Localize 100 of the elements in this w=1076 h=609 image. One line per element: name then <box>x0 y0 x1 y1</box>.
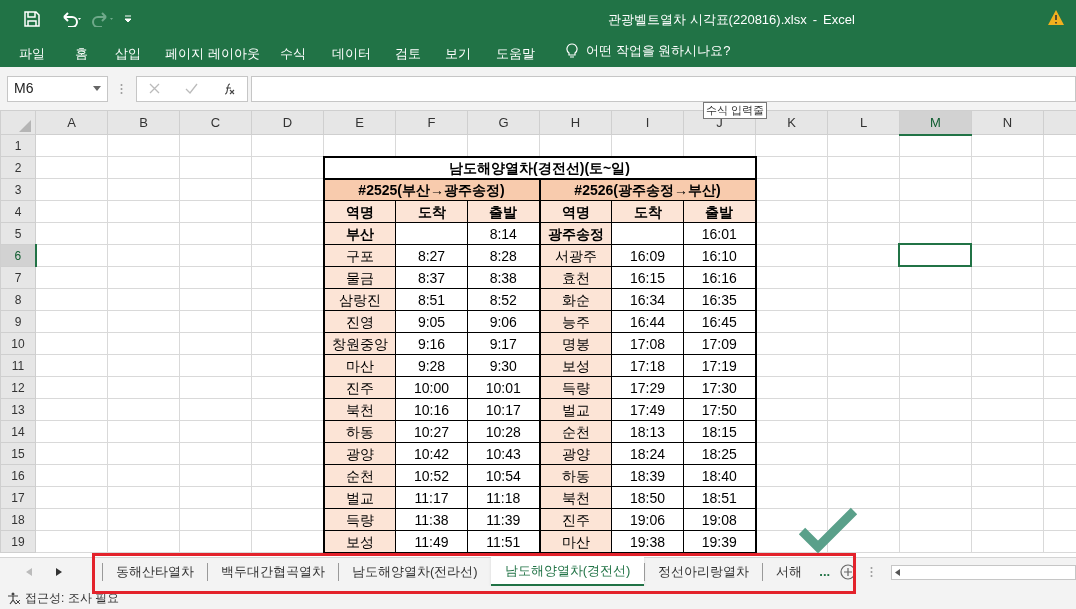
table-title: 남도해양열차(경전선)(토~일) <box>323 156 756 179</box>
name-box[interactable]: M6 <box>7 75 108 102</box>
station-cell: 능주 <box>539 310 612 333</box>
ribbon-tab[interactable]: 데이터 <box>332 44 371 64</box>
station-cell: 마산 <box>323 354 396 377</box>
horizontal-scrollbar[interactable] <box>891 564 1076 580</box>
station-cell: 득량 <box>539 376 612 399</box>
sheet-tab[interactable]: 남도해양열차(전라선) <box>338 563 491 581</box>
station-cell: 광양 <box>539 442 612 465</box>
station-cell: 보성 <box>539 354 612 377</box>
row-header[interactable]: 10 <box>0 332 36 355</box>
station-cell: 진주 <box>539 508 612 531</box>
column-header[interactable]: E <box>323 110 396 135</box>
next-sheet-icon[interactable] <box>56 568 62 576</box>
sheet-tab[interactable]: 백두대간협곡열차 <box>207 563 338 581</box>
row-header[interactable]: 9 <box>0 310 36 333</box>
app-name: Excel <box>823 11 855 29</box>
station-cell: 하동 <box>539 464 612 487</box>
tooltip: 수식 입력줄 <box>703 102 768 119</box>
lightbulb-icon[interactable] <box>566 42 578 59</box>
row-header[interactable]: 17 <box>0 486 36 509</box>
station-cell: 광주송정 <box>539 222 612 245</box>
station-cell: 부산 <box>323 222 396 245</box>
station-cell: 광양 <box>323 442 396 465</box>
row-header[interactable]: 18 <box>0 508 36 531</box>
column-header[interactable]: C <box>179 110 252 135</box>
row-header[interactable]: 3 <box>0 178 36 201</box>
row-header[interactable]: 8 <box>0 288 36 311</box>
column-header[interactable]: I <box>611 110 684 135</box>
column-header[interactable]: G <box>467 110 540 135</box>
more-sheets[interactable]: ... <box>819 562 831 582</box>
row-header[interactable]: 14 <box>0 420 36 443</box>
station-cell: 득량 <box>323 508 396 531</box>
undo-icon[interactable] <box>60 11 84 27</box>
ribbon-tab[interactable]: 페이지 레이아웃 <box>165 44 260 64</box>
check-icon[interactable] <box>185 83 198 94</box>
station-cell: 효천 <box>539 266 612 289</box>
accessibility-status[interactable]: 접근성: 조사 필요 <box>25 588 119 607</box>
station-cell: 북천 <box>323 398 396 421</box>
insert-function-icon[interactable] <box>222 82 235 95</box>
station-cell: 순천 <box>323 464 396 487</box>
row-header[interactable]: 6 <box>0 244 36 267</box>
tell-me-field[interactable]: 어떤 작업을 원하시나요? <box>586 41 731 61</box>
row-header[interactable]: 15 <box>0 442 36 465</box>
document-title: 관광벨트열차 시각표(220816).xlsx <box>608 11 807 29</box>
row-header[interactable]: 11 <box>0 354 36 377</box>
row-header[interactable]: 13 <box>0 398 36 421</box>
column-header[interactable]: H <box>539 110 612 135</box>
column-header[interactable]: L <box>827 110 900 135</box>
row-header[interactable]: 1 <box>0 134 36 157</box>
column-header[interactable]: D <box>251 110 324 135</box>
checkmark-icon <box>798 505 858 553</box>
accessibility-icon[interactable] <box>7 590 21 605</box>
row-header[interactable]: 12 <box>0 376 36 399</box>
scroll-left-icon[interactable] <box>895 568 901 576</box>
station-cell: 보성 <box>323 530 396 553</box>
column-header[interactable]: M <box>899 110 972 135</box>
row-header[interactable]: 19 <box>0 530 36 553</box>
column-header[interactable]: N <box>971 110 1044 135</box>
ribbon-tab[interactable]: 삽입 <box>115 44 141 64</box>
row-header[interactable]: 5 <box>0 222 36 245</box>
column-header[interactable]: B <box>107 110 180 135</box>
station-cell: 벌교 <box>539 398 612 421</box>
save-icon[interactable] <box>24 11 40 27</box>
selected-cell[interactable] <box>898 243 972 267</box>
customize-toolbar-icon[interactable] <box>124 14 132 24</box>
sheet-tab[interactable]: 남도해양열차(경전선) <box>490 557 645 586</box>
station-cell: 북천 <box>539 486 612 509</box>
row-header[interactable]: 7 <box>0 266 36 289</box>
ribbon-tab[interactable]: 수식 <box>280 44 306 64</box>
row-header[interactable]: 16 <box>0 464 36 487</box>
station-cell: 순천 <box>539 420 612 443</box>
warning-icon[interactable] <box>1048 10 1064 25</box>
station-cell: 서광주 <box>539 244 612 267</box>
direction-header: #2525(부산→광주송정) <box>323 178 540 201</box>
ribbon-tab[interactable]: 검토 <box>395 44 421 64</box>
dropdown-icon[interactable] <box>93 86 101 91</box>
direction-header: #2526(광주송정→부산) <box>539 178 756 201</box>
title-separator: - <box>812 11 817 29</box>
station-cell: 삼랑진 <box>323 288 396 311</box>
ribbon-tab[interactable]: 파일 <box>19 44 45 64</box>
more-icon <box>120 82 123 95</box>
more-icon <box>870 566 874 578</box>
ribbon-tab[interactable]: 도움말 <box>496 44 535 64</box>
station-cell: 화순 <box>539 288 612 311</box>
sheet-tab[interactable]: 정선아리랑열차 <box>644 563 763 581</box>
sheet-tab[interactable]: 동해산타열차 <box>102 563 207 581</box>
column-heading: 역명 <box>539 200 612 223</box>
row-header[interactable]: 4 <box>0 200 36 223</box>
column-header[interactable]: F <box>395 110 468 135</box>
sheet-tab[interactable]: 서해 <box>762 563 816 581</box>
column-header[interactable]: A <box>35 110 108 135</box>
station-cell: 구포 <box>323 244 396 267</box>
column-heading: 역명 <box>323 200 396 223</box>
ribbon-tab[interactable]: 홈 <box>75 44 88 64</box>
ribbon-tab[interactable]: 보기 <box>445 44 471 64</box>
station-cell: 진주 <box>323 376 396 399</box>
station-cell: 물금 <box>323 266 396 289</box>
row-header[interactable]: 2 <box>0 156 36 179</box>
station-cell: 마산 <box>539 530 612 553</box>
